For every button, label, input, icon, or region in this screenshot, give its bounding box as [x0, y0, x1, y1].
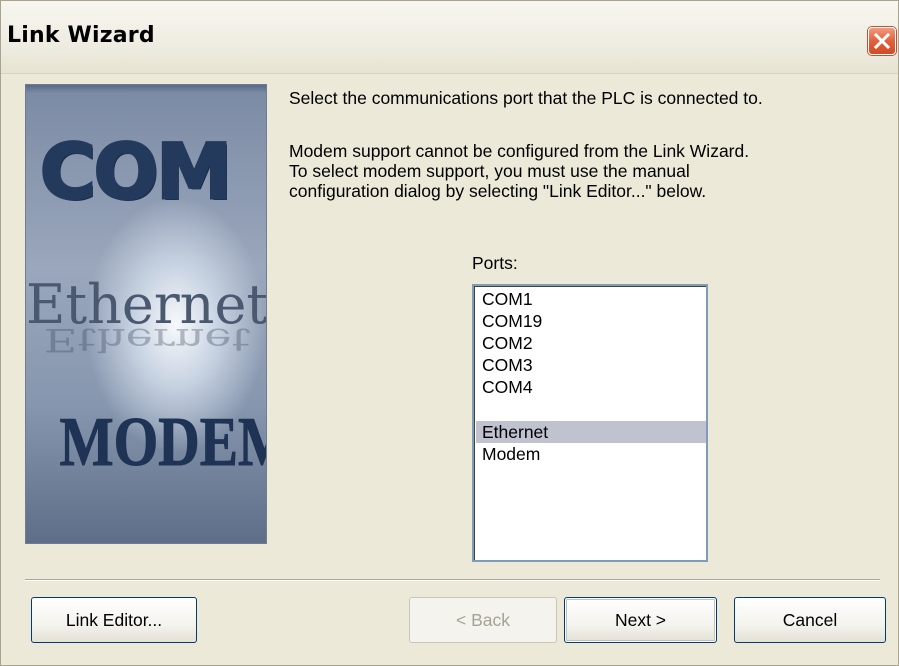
graphic-modem-text: MODEM — [59, 404, 266, 482]
port-item-com2[interactable]: COM2 — [476, 332, 706, 354]
link-wizard-dialog: Link Wizard COM Ethernet Ethernet MODEM … — [0, 0, 899, 666]
modem-note-line3: configuration dialog by selecting "Link … — [289, 181, 707, 201]
modem-note-line1: Modem support cannot be configured from … — [289, 141, 750, 161]
link-editor-button[interactable]: Link Editor... — [31, 597, 197, 643]
ports-label: Ports: — [472, 253, 518, 273]
window-title: Link Wizard — [7, 23, 155, 48]
port-item-com4[interactable]: COM4 — [476, 376, 706, 398]
port-item-ethernet[interactable]: Ethernet — [476, 421, 706, 443]
port-item-com3[interactable]: COM3 — [476, 354, 706, 376]
modem-note-line2: To select modem support, you must use th… — [289, 161, 690, 181]
port-types-graphic: COM Ethernet Ethernet MODEM — [25, 84, 267, 544]
cancel-button[interactable]: Cancel — [734, 597, 886, 643]
title-bar[interactable]: Link Wizard — [1, 1, 898, 74]
port-item-com1[interactable]: COM1 — [476, 288, 706, 310]
close-button[interactable] — [868, 27, 896, 55]
next-button[interactable]: Next > — [564, 597, 717, 643]
ports-listbox[interactable]: COM1 COM19 COM2 COM3 COM4 Ethernet Modem — [472, 284, 708, 562]
back-button[interactable]: < Back — [409, 597, 557, 643]
port-item-modem[interactable]: Modem — [476, 443, 706, 465]
button-separator — [25, 579, 880, 581]
instruction-text: Select the communications port that the … — [289, 88, 763, 108]
graphic-com-text: COM — [38, 126, 233, 218]
port-item-com19[interactable]: COM19 — [476, 310, 706, 332]
close-icon — [873, 32, 891, 50]
graphic-ethernet-text: Ethernet — [26, 273, 267, 336]
